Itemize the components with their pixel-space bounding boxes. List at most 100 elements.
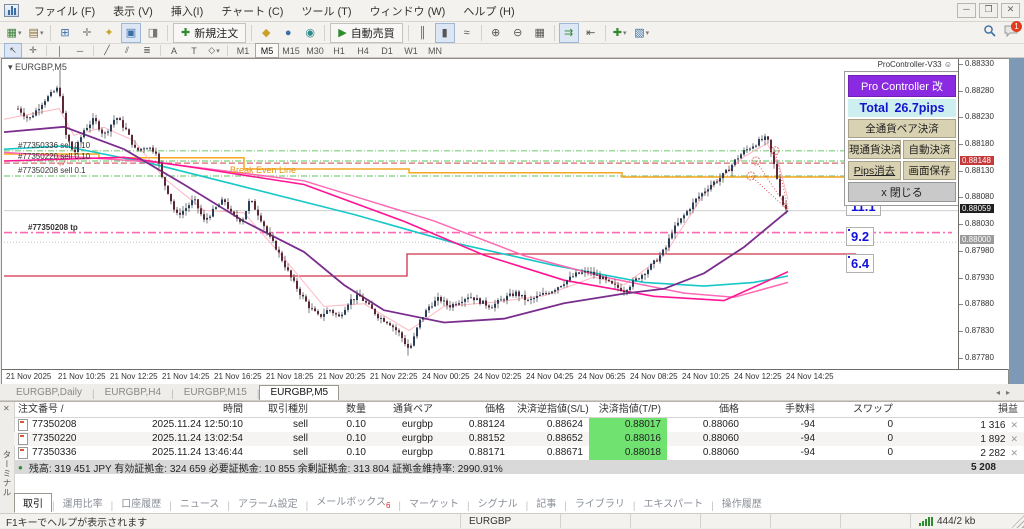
- channel-tool[interactable]: ⫽: [118, 43, 136, 58]
- fibonacci-tool[interactable]: ≣: [138, 43, 156, 58]
- strategy-tester-toggle[interactable]: ◨: [143, 23, 163, 43]
- column-header: 注文番号 /: [14, 402, 114, 417]
- terminal-tab-7[interactable]: マーケット: [401, 494, 467, 512]
- trendline-tool[interactable]: ╱: [98, 43, 116, 58]
- close-all-pairs-button[interactable]: 全通貨ペア決済: [848, 119, 956, 138]
- terminal-toggle[interactable]: ▣: [121, 23, 141, 43]
- tile-windows-button[interactable]: ▦: [530, 23, 550, 43]
- terminal-tab-9[interactable]: 記事: [528, 494, 564, 512]
- chart-tab-h4[interactable]: EURGBP,H4: [95, 386, 172, 400]
- menu-item-チ[interactable]: チャート (C): [212, 4, 292, 20]
- chart-shift-toggle[interactable]: ⇤: [581, 23, 601, 43]
- terminal-tab-2[interactable]: 運用比率: [55, 494, 111, 512]
- close-position-icon[interactable]: ✕: [1010, 434, 1018, 444]
- community-icon[interactable]: ◉: [300, 23, 320, 43]
- close-position-icon[interactable]: ✕: [1010, 420, 1018, 430]
- chart-tab-daily[interactable]: EURGBP,Daily: [6, 386, 92, 400]
- order-row[interactable]: 773503362025.11.24 13:46:44sell0.10eurgb…: [14, 446, 1024, 460]
- timeframe-mn[interactable]: MN: [423, 43, 447, 58]
- menu-item-ヘ[interactable]: ヘルプ (H): [454, 4, 523, 20]
- menu-item-ツ[interactable]: ツール (T): [292, 4, 360, 20]
- terminal-tab-8[interactable]: シグナル: [470, 494, 526, 512]
- shapes-tool[interactable]: ◇▾: [205, 43, 223, 58]
- menu-item-挿[interactable]: 挿入(I): [162, 4, 212, 20]
- pips-label-position3: 6.4: [846, 254, 874, 273]
- metaquotes-icon[interactable]: ●: [278, 23, 298, 43]
- search-icon[interactable]: [983, 24, 996, 40]
- chart-tab-m15[interactable]: EURGBP,M15: [174, 386, 257, 400]
- market-watch-toggle[interactable]: ⊞: [55, 23, 75, 43]
- terminal-tab-1[interactable]: 取引: [14, 493, 52, 512]
- price-axis[interactable]: 0.883300.882800.882300.881800.881300.880…: [958, 59, 1009, 369]
- status-symbol: EURGBP: [460, 514, 560, 528]
- chart-tab-m5[interactable]: EURGBP,M5: [259, 385, 339, 400]
- bar-chart-button[interactable]: ║: [413, 23, 433, 43]
- tp-cell: 0.88018: [589, 446, 667, 460]
- close-panel-button[interactable]: x 閉じる: [848, 182, 956, 202]
- timeframe-m15[interactable]: M15: [279, 43, 303, 58]
- pips-clear-button[interactable]: Pips消去: [848, 161, 901, 180]
- resize-grip[interactable]: [1012, 514, 1024, 528]
- data-window-toggle[interactable]: ✛: [77, 23, 97, 43]
- horizontal-line-tool[interactable]: ─: [71, 43, 89, 58]
- navigator-toggle[interactable]: ✦: [99, 23, 119, 43]
- timeframe-m5[interactable]: M5: [255, 43, 279, 58]
- auto-scroll-toggle[interactable]: ⇉: [559, 23, 579, 43]
- line-chart-button[interactable]: ≈: [457, 23, 477, 43]
- timeframe-h4[interactable]: H4: [351, 43, 375, 58]
- shapes-icon: ◇: [208, 45, 215, 56]
- candlestick-button[interactable]: ▮: [435, 23, 455, 43]
- cursor-icon: ↖: [9, 45, 17, 56]
- timeframe-d1[interactable]: D1: [375, 43, 399, 58]
- profiles-button[interactable]: ▤▾: [26, 23, 46, 43]
- time-axis[interactable]: 21 Nov 202521 Nov 10:2521 Nov 12:2521 No…: [2, 369, 1008, 384]
- auto-close-button[interactable]: 自動決済: [903, 140, 956, 159]
- text-tool[interactable]: A: [165, 43, 183, 58]
- new-chart-button[interactable]: ▦▾: [4, 23, 24, 43]
- new-order-button[interactable]: ✚新規注文: [173, 23, 246, 43]
- crosshair-tool[interactable]: ✛: [24, 43, 42, 58]
- autotrading-button[interactable]: ▶自動売買: [330, 23, 402, 43]
- zoom-out-button[interactable]: ⊖: [508, 23, 528, 43]
- menu-item-表[interactable]: 表示 (V): [104, 4, 162, 20]
- notifications-icon[interactable]: 1: [1004, 25, 1018, 40]
- close-position-icon[interactable]: ✕: [1010, 448, 1018, 458]
- restore-button[interactable]: ❐: [979, 3, 998, 18]
- label-icon: T: [191, 46, 197, 56]
- zoom-in-button[interactable]: ⊕: [486, 23, 506, 43]
- label-tool[interactable]: T: [185, 43, 203, 58]
- order-doc-icon: [18, 433, 28, 445]
- volume-cell: 0.10: [314, 418, 372, 432]
- price-chart[interactable]: [4, 61, 958, 369]
- cursor-tool[interactable]: ↖: [4, 43, 22, 58]
- terminal-close-icon[interactable]: ✕: [3, 404, 10, 413]
- minimize-button[interactable]: ─: [957, 3, 976, 18]
- community-icon-icon: ◉: [305, 26, 315, 39]
- terminal-tab-11[interactable]: エキスパート: [635, 494, 711, 512]
- terminal-tab-6[interactable]: メールボックス6: [308, 492, 398, 512]
- save-screen-button[interactable]: 画面保存: [903, 161, 956, 180]
- terminal-tab-10[interactable]: ライブラリ: [567, 494, 633, 512]
- terminal-tab-4[interactable]: ニュース: [172, 494, 228, 512]
- tab-scroll-arrows[interactable]: ◂▸: [996, 388, 1016, 397]
- time-tick-label: 21 Nov 20:25: [318, 372, 366, 381]
- menu-item-フ[interactable]: ファイル (F): [25, 4, 104, 20]
- total-pips-display: Total26.7pips: [848, 99, 956, 117]
- expert-advisors-icon[interactable]: ◆: [256, 23, 276, 43]
- timeframe-m1[interactable]: M1: [231, 43, 255, 58]
- timeframe-m30[interactable]: M30: [303, 43, 327, 58]
- templates-button[interactable]: ▧▾: [632, 23, 652, 43]
- indicators-button[interactable]: ✚▾: [610, 23, 630, 43]
- vertical-line-tool[interactable]: │: [51, 43, 69, 58]
- terminal-tab-12[interactable]: 操作履歴: [714, 494, 770, 512]
- order-row[interactable]: 773502082025.11.24 12:50:10sell0.10eurgb…: [14, 418, 1024, 432]
- menu-item-ウ[interactable]: ウィンドウ (W): [361, 4, 455, 20]
- close-button[interactable]: ✕: [1001, 3, 1020, 18]
- timeframe-w1[interactable]: W1: [399, 43, 423, 58]
- terminal-tab-3[interactable]: 口座履歴: [113, 494, 169, 512]
- chart-symbol-label[interactable]: ▾ EURGBP,M5: [8, 62, 67, 73]
- close-current-pair-button[interactable]: 現通貨決済: [848, 140, 901, 159]
- terminal-tab-5[interactable]: アラーム設定: [230, 494, 306, 512]
- order-row[interactable]: 773502202025.11.24 13:02:54sell0.10eurgb…: [14, 432, 1024, 446]
- timeframe-h1[interactable]: H1: [327, 43, 351, 58]
